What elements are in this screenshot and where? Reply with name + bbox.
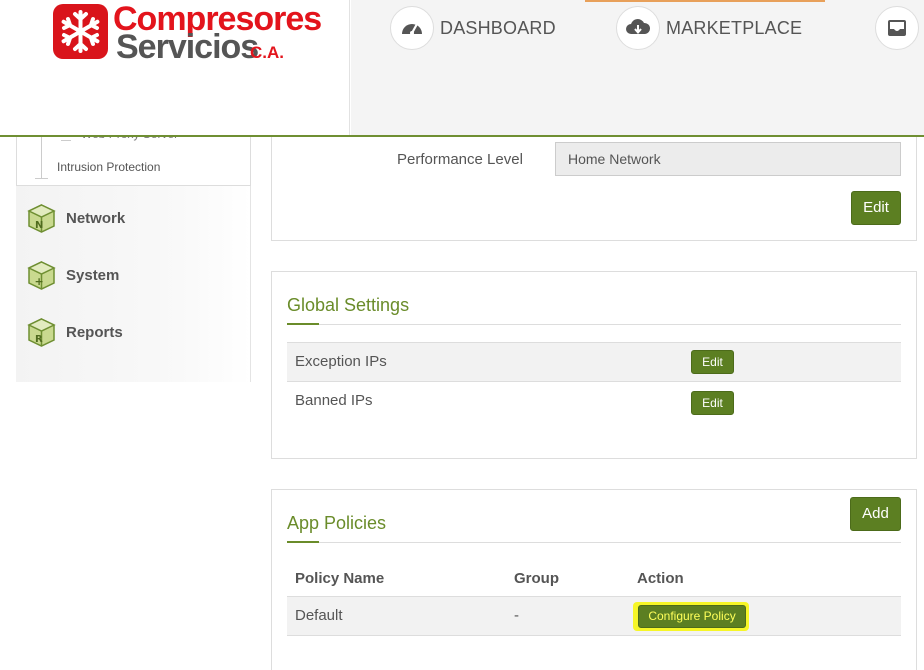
network-cube-icon: N xyxy=(27,204,56,233)
column-header-action: Action xyxy=(637,570,684,587)
performance-edit-button[interactable]: Edit xyxy=(851,191,901,225)
performance-level-field[interactable]: Home Network xyxy=(555,142,901,176)
logo[interactable]: Compresores Servicios C.A. xyxy=(0,0,350,135)
sidebar-item-label: System xyxy=(66,267,120,284)
column-header-policy-name: Policy Name xyxy=(295,570,385,587)
tree-item-intrusion-protection[interactable]: Intrusion Protection xyxy=(57,160,160,174)
table-row xyxy=(287,596,901,636)
nav-dashboard-label: DASHBOARD xyxy=(440,17,556,38)
banned-ips-label: Banned IPs xyxy=(295,392,373,409)
title-divider xyxy=(287,542,901,543)
nav-accent-line xyxy=(585,0,825,2)
app-policies-title: App Policies xyxy=(287,513,387,533)
gauge-icon xyxy=(390,6,434,50)
title-divider xyxy=(287,324,901,325)
table-row: Banned IPs xyxy=(287,382,901,422)
title-accent xyxy=(287,541,319,543)
logo-text-line2: Servicios xyxy=(116,28,259,66)
add-policy-button[interactable]: Add xyxy=(850,497,901,531)
performance-level-label: Performance Level xyxy=(397,151,523,168)
sidebar-item-reports[interactable]: R Reports xyxy=(26,317,123,348)
header: Compresores Servicios C.A. DASHBOARD MAR… xyxy=(0,0,924,137)
tree-line xyxy=(41,137,42,178)
cloud-download-icon xyxy=(616,6,660,50)
logo-text-suffix: C.A. xyxy=(250,43,284,62)
configure-policy-button[interactable]: Configure Policy xyxy=(638,605,746,628)
inbox-icon xyxy=(875,6,919,50)
policy-group-cell: - xyxy=(514,607,519,624)
exception-ips-edit-button[interactable]: Edit xyxy=(691,350,734,374)
sidebar-item-label: Network xyxy=(66,210,126,227)
performance-panel xyxy=(271,120,917,241)
sidebar-divider xyxy=(250,186,251,382)
nav-dashboard[interactable]: DASHBOARD xyxy=(390,6,556,50)
snowflake-logo-icon xyxy=(53,4,108,59)
title-accent xyxy=(287,323,319,325)
table-row: Exception IPs xyxy=(287,342,901,382)
tree-line xyxy=(35,178,48,179)
banned-ips-edit-button[interactable]: Edit xyxy=(691,391,734,415)
svg-text:R: R xyxy=(35,334,43,345)
global-settings-title: Global Settings xyxy=(287,295,410,315)
svg-text:N: N xyxy=(35,220,43,231)
nav-marketplace[interactable]: MARKETPLACE xyxy=(616,6,802,50)
sidebar-item-network[interactable]: N Network xyxy=(26,203,125,234)
nav-inbox[interactable] xyxy=(875,6,919,50)
sidebar-item-label: Reports xyxy=(66,324,123,341)
exception-ips-label: Exception IPs xyxy=(295,353,387,370)
column-header-group: Group xyxy=(514,570,559,587)
sidebar-item-system[interactable]: + System xyxy=(26,260,119,291)
tree-line xyxy=(61,140,71,141)
reports-cube-icon: R xyxy=(27,318,56,347)
system-cube-icon: + xyxy=(27,261,56,290)
policy-name-cell: Default xyxy=(295,607,343,624)
nav-marketplace-label: MARKETPLACE xyxy=(666,17,803,38)
svg-text:+: + xyxy=(35,275,44,288)
